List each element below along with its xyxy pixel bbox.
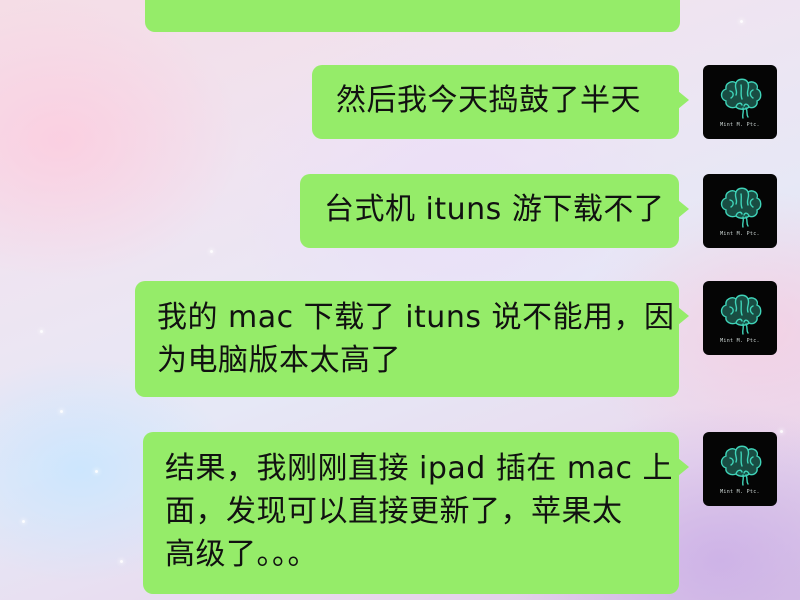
message-text-line: 结果，我刚刚直接 ipad 插在 mac 上	[165, 451, 674, 486]
avatar-caption: Mint M. Ptc.	[720, 338, 760, 344]
avatar[interactable]: Mint M. Ptc.	[703, 432, 777, 506]
background-sparkle	[60, 410, 63, 413]
message-text: 然后我今天捣鼓了半天	[336, 83, 641, 118]
background-sparkle	[120, 560, 123, 563]
background-sparkle	[210, 250, 213, 253]
background-sparkle	[740, 20, 743, 23]
message-text: 台式机 ituns 游下载不了	[324, 192, 665, 227]
background-sparkle	[22, 520, 25, 523]
avatar-caption: Mint M. Ptc.	[720, 122, 760, 128]
message-text-line: 为电脑版本太高了	[157, 343, 401, 378]
avatar-caption: Mint M. Ptc.	[720, 489, 760, 495]
message-bubble[interactable]: 然后我今天捣鼓了半天	[312, 65, 689, 139]
avatar[interactable]: Mint M. Ptc.	[703, 65, 777, 139]
message-bubble[interactable]: 结果，我刚刚直接 ipad 插在 mac 上 面，发现可以直接更新了，苹果太 高…	[143, 432, 689, 594]
message-bubble[interactable]: 我的 mac 下载了 ituns 说不能用，因 为电脑版本太高了	[135, 281, 689, 397]
background-sparkle	[40, 330, 43, 333]
background-sparkle	[95, 470, 98, 473]
message-bubble[interactable]: 软件了嘛	[145, 0, 680, 32]
message-text-line: 高级了。。。	[165, 537, 318, 572]
avatar[interactable]: Mint M. Ptc.	[703, 174, 777, 248]
avatar[interactable]: Mint M. Ptc.	[703, 281, 777, 355]
message-text: 软件了嘛	[169, 0, 291, 9]
message-text-line: 我的 mac 下载了 ituns 说不能用，因	[157, 300, 675, 335]
avatar-caption: Mint M. Ptc.	[720, 231, 760, 237]
message-text-line: 面，发现可以直接更新了，苹果太	[165, 494, 623, 529]
message-bubble[interactable]: 台式机 ituns 游下载不了	[300, 174, 689, 248]
background-sparkle	[780, 430, 783, 433]
